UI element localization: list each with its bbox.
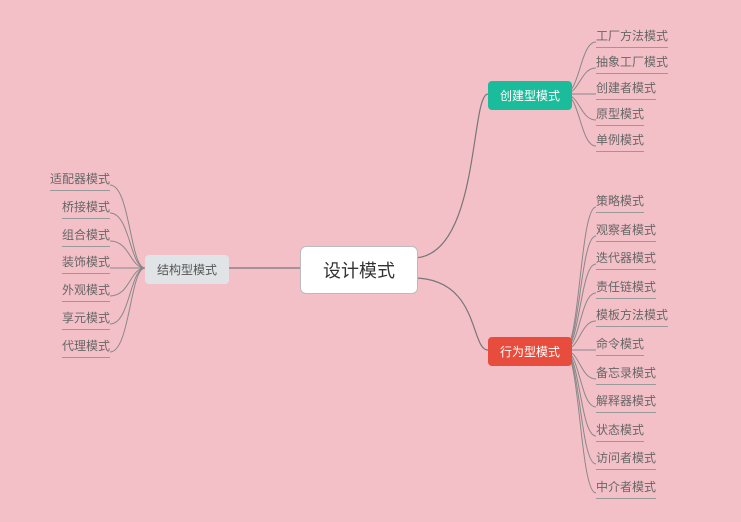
leaf-structural-6[interactable]: 代理模式 (62, 337, 110, 358)
leaf-creational-2[interactable]: 创建者模式 (596, 79, 656, 100)
leaf-behavioral-8[interactable]: 状态模式 (596, 421, 644, 442)
leaf-structural-2[interactable]: 组合模式 (62, 226, 110, 247)
root-label: 设计模式 (323, 261, 395, 281)
branch-behavioral-label: 行为型模式 (500, 345, 560, 359)
leaf-structural-0[interactable]: 适配器模式 (50, 170, 110, 191)
leaf-creational-3[interactable]: 原型模式 (596, 105, 644, 126)
leaf-behavioral-0[interactable]: 策略模式 (596, 192, 644, 213)
leaf-creational-4[interactable]: 单例模式 (596, 131, 644, 152)
leaf-behavioral-6[interactable]: 备忘录模式 (596, 364, 656, 385)
leaf-structural-4[interactable]: 外观模式 (62, 281, 110, 302)
leaf-behavioral-9[interactable]: 访问者模式 (596, 449, 656, 470)
leaf-behavioral-7[interactable]: 解释器模式 (596, 392, 656, 413)
leaf-behavioral-1[interactable]: 观察者模式 (596, 221, 656, 242)
leaf-structural-1[interactable]: 桥接模式 (62, 198, 110, 219)
root-node[interactable]: 设计模式 (300, 246, 418, 294)
leaf-creational-0[interactable]: 工厂方法模式 (596, 27, 668, 48)
leaf-structural-5[interactable]: 享元模式 (62, 309, 110, 330)
leaf-behavioral-5[interactable]: 命令模式 (596, 335, 644, 356)
leaf-creational-1[interactable]: 抽象工厂模式 (596, 53, 668, 74)
leaf-structural-3[interactable]: 装饰模式 (62, 253, 110, 274)
branch-creational-label: 创建型模式 (500, 89, 560, 103)
branch-structural-label: 结构型模式 (157, 263, 217, 277)
leaf-behavioral-3[interactable]: 责任链模式 (596, 278, 656, 299)
branch-structural[interactable]: 结构型模式 (145, 255, 229, 284)
leaf-behavioral-4[interactable]: 模板方法模式 (596, 306, 668, 327)
branch-creational[interactable]: 创建型模式 (488, 81, 572, 110)
leaf-behavioral-10[interactable]: 中介者模式 (596, 478, 656, 499)
leaf-behavioral-2[interactable]: 迭代器模式 (596, 249, 656, 270)
branch-behavioral[interactable]: 行为型模式 (488, 337, 572, 366)
